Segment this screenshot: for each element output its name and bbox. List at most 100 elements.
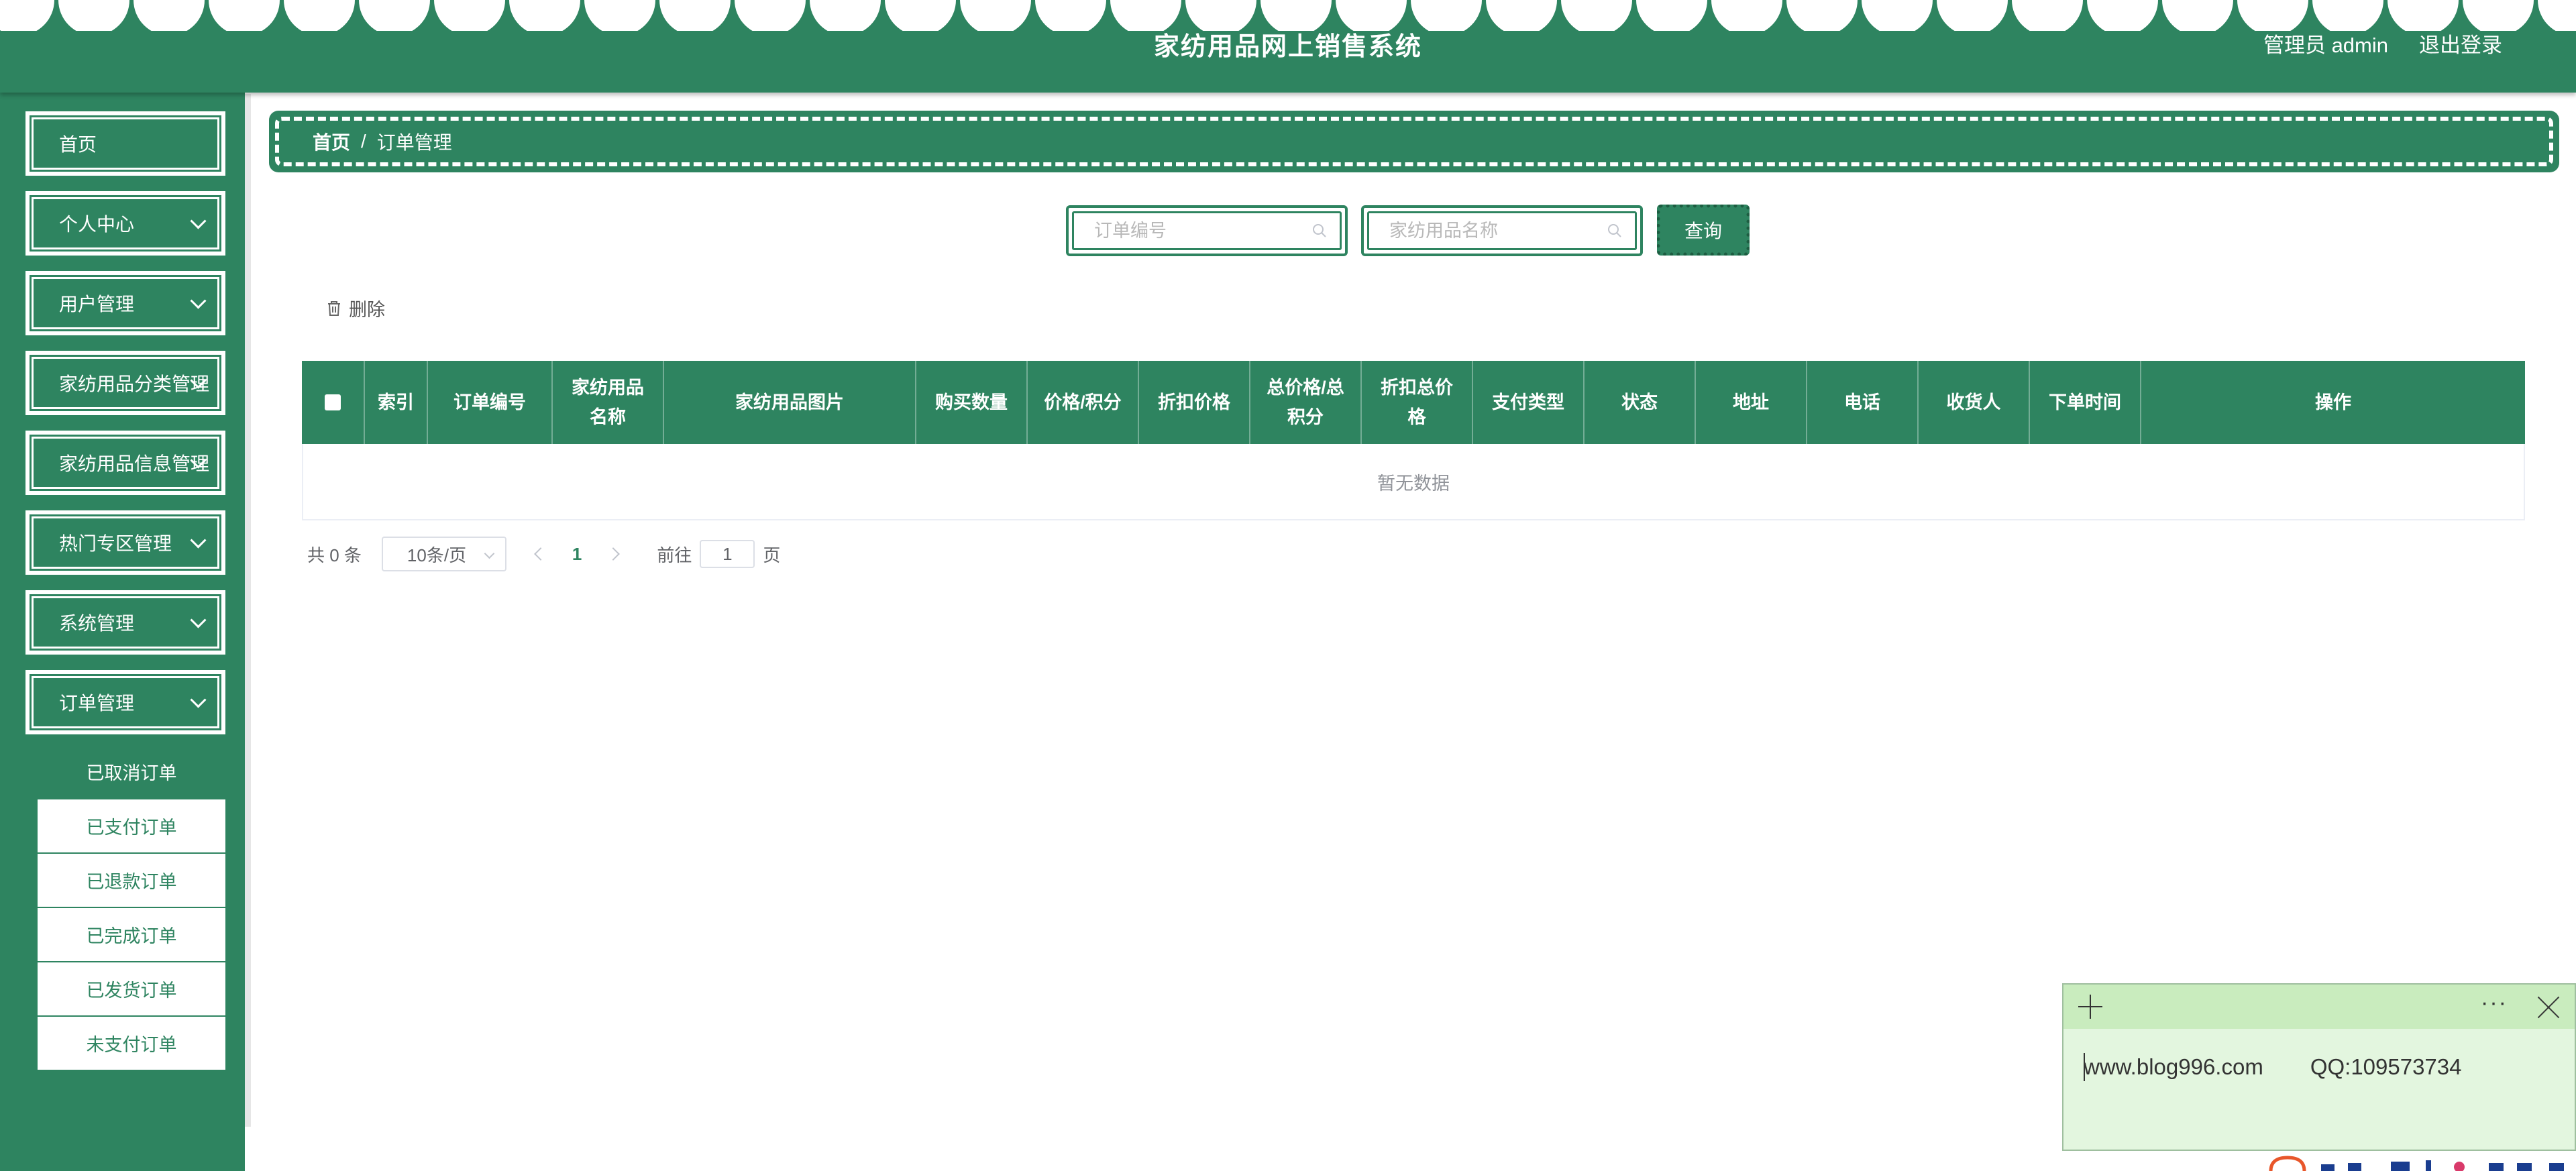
more-options-icon[interactable]: ···	[2481, 990, 2508, 1016]
order-no-input[interactable]	[1074, 213, 1316, 248]
order-no-search-box	[1066, 205, 1348, 256]
delete-button[interactable]: 删除	[326, 295, 385, 321]
total-count: 共 0 条	[307, 545, 362, 565]
col-product-image[interactable]: 家纺用品图片	[664, 361, 916, 444]
sidebar-item-user-management[interactable]: 用户管理	[25, 271, 225, 335]
search-icon	[1608, 224, 1621, 237]
user-label[interactable]: 管理员 admin	[2263, 28, 2388, 58]
chevron-down-icon	[190, 292, 207, 309]
empty-text: 暂无数据	[1377, 473, 1450, 494]
tray-icon-5	[2454, 1162, 2465, 1171]
col-phone[interactable]: 电话	[1807, 361, 1919, 444]
submenu-item-cancelled-orders[interactable]: 已取消订单	[38, 745, 225, 799]
col-quantity[interactable]: 购买数量	[916, 361, 1028, 444]
query-button[interactable]: 查询	[1657, 205, 1750, 256]
select-all-checkbox[interactable]	[325, 394, 341, 410]
prev-page-icon[interactable]	[534, 547, 547, 561]
tray-icon-3	[2391, 1162, 2410, 1171]
search-icon	[1313, 224, 1326, 237]
sidebar-item-label: 用户管理	[59, 294, 135, 315]
order-submenu: 已取消订单 已支付订单 已退款订单 已完成订单 已发货订单 未支付订单	[38, 745, 225, 1071]
app-logo-icon	[2269, 1156, 2306, 1171]
submenu-item-unpaid-orders[interactable]: 未支付订单	[38, 1017, 225, 1071]
tray-icon-2	[2348, 1163, 2361, 1171]
app-title: 家纺用品网上销售系统	[1153, 33, 1422, 61]
breadcrumb: 首页 / 订单管理	[275, 117, 2553, 166]
sidebar-item-label: 家纺用品分类管理	[59, 374, 210, 394]
sidebar-item-home[interactable]: 首页	[25, 111, 225, 176]
col-order-time[interactable]: 下单时间	[2030, 361, 2141, 444]
product-name-search-inner	[1367, 211, 1637, 250]
col-status[interactable]: 状态	[1585, 361, 1696, 444]
col-discount-total[interactable]: 折扣总价 格	[1362, 361, 1473, 444]
chevron-down-icon	[484, 548, 495, 559]
col-product-name[interactable]: 家纺用品 名称	[553, 361, 664, 444]
chevron-down-icon	[190, 213, 207, 229]
sidebar-item-order-management[interactable]: 订单管理	[25, 670, 225, 734]
breadcrumb-home[interactable]: 首页	[313, 128, 350, 155]
sidebar-item-personal-center[interactable]: 个人中心	[25, 191, 225, 256]
col-address[interactable]: 地址	[1696, 361, 1807, 444]
next-page-icon[interactable]	[606, 547, 621, 561]
product-name-input[interactable]	[1369, 213, 1611, 248]
note-website: www.blog996.com	[2084, 1054, 2263, 1079]
chevron-down-icon	[190, 612, 207, 628]
page-number-current[interactable]: 1	[572, 544, 582, 565]
page-size-select[interactable]: 10条/页	[381, 537, 506, 571]
order-no-search-inner	[1072, 211, 1342, 250]
breadcrumb-current: 订单管理	[376, 132, 452, 153]
header-user-area: 管理员 admin 退出登录	[2263, 28, 2502, 58]
sidebar-item-hot-zone-management[interactable]: 热门专区管理	[25, 510, 225, 575]
pagination: 共 0 条 10条/页 1 前往 页	[307, 537, 780, 571]
goto-page-input[interactable]	[700, 540, 755, 568]
sidebar-item-label: 订单管理	[59, 693, 135, 714]
delete-label: 删除	[349, 300, 385, 320]
note-qq: QQ:109573734	[2310, 1054, 2462, 1079]
col-order-no[interactable]: 订单编号	[428, 361, 553, 444]
goto-suffix: 页	[763, 545, 781, 565]
close-icon[interactable]	[2537, 996, 2560, 1019]
ime-icon	[2321, 1164, 2334, 1171]
submenu-item-paid-orders[interactable]: 已支付订单	[38, 799, 225, 854]
tray-icon-7	[2517, 1163, 2532, 1171]
breadcrumb-bar: 首页 / 订单管理	[269, 111, 2559, 172]
submenu-item-completed-orders[interactable]: 已完成订单	[38, 908, 225, 962]
submenu-item-shipped-orders[interactable]: 已发货订单	[38, 962, 225, 1017]
sidebar-item-label: 个人中心	[59, 214, 135, 235]
col-payment-type[interactable]: 支付类型	[1473, 361, 1585, 444]
sidebar-item-category-management[interactable]: 家纺用品分类管理	[25, 351, 225, 415]
select-all-cell	[302, 361, 365, 444]
sidebar-item-label: 系统管理	[59, 613, 135, 634]
sticky-note-content[interactable]: www.blog996.com QQ:109573734	[2084, 1054, 2462, 1080]
col-index[interactable]: 索引	[365, 361, 428, 444]
table-header: 索引 订单编号 家纺用品 名称 家纺用品图片 购买数量 价格/积分 折扣价格 总…	[302, 361, 2525, 444]
sidebar-item-label: 首页	[59, 134, 97, 155]
col-discount-price[interactable]: 折扣价格	[1139, 361, 1250, 444]
add-note-icon[interactable]	[2078, 995, 2102, 1019]
sidebar-scrollbar[interactable]	[245, 94, 251, 1127]
col-receiver[interactable]: 收货人	[1919, 361, 2030, 444]
table-empty-state: 暂无数据	[302, 444, 2525, 520]
sidebar-item-label: 热门专区管理	[59, 533, 172, 554]
page-size-value: 10条/页	[407, 545, 467, 565]
sidebar-item-label: 家纺用品信息管理	[59, 453, 210, 474]
breadcrumb-separator: /	[361, 131, 366, 152]
tray-icon-6	[2489, 1163, 2504, 1171]
sticky-note-toolbar: ···	[2063, 985, 2575, 1029]
col-price-points[interactable]: 价格/积分	[1028, 361, 1139, 444]
tray-icon-4	[2426, 1160, 2431, 1171]
logout-link[interactable]: 退出登录	[2419, 28, 2502, 58]
goto-label: 前往	[657, 545, 692, 565]
product-name-search-box	[1361, 205, 1643, 256]
chevron-down-icon	[190, 691, 207, 708]
system-tray	[2269, 1156, 2564, 1171]
col-total-price[interactable]: 总价格/总 积分	[1250, 361, 1362, 444]
submenu-item-refunded-orders[interactable]: 已退款订单	[38, 854, 225, 908]
sticky-note: ··· www.blog996.com QQ:109573734	[2062, 983, 2576, 1151]
top-header: 家纺用品网上销售系统 管理员 admin 退出登录	[0, 0, 2576, 93]
trash-icon	[328, 300, 340, 316]
chevron-down-icon	[190, 532, 207, 549]
sidebar-item-system-management[interactable]: 系统管理	[25, 590, 225, 655]
sidebar-item-product-info-management[interactable]: 家纺用品信息管理	[25, 431, 225, 495]
col-actions: 操作	[2315, 392, 2351, 412]
